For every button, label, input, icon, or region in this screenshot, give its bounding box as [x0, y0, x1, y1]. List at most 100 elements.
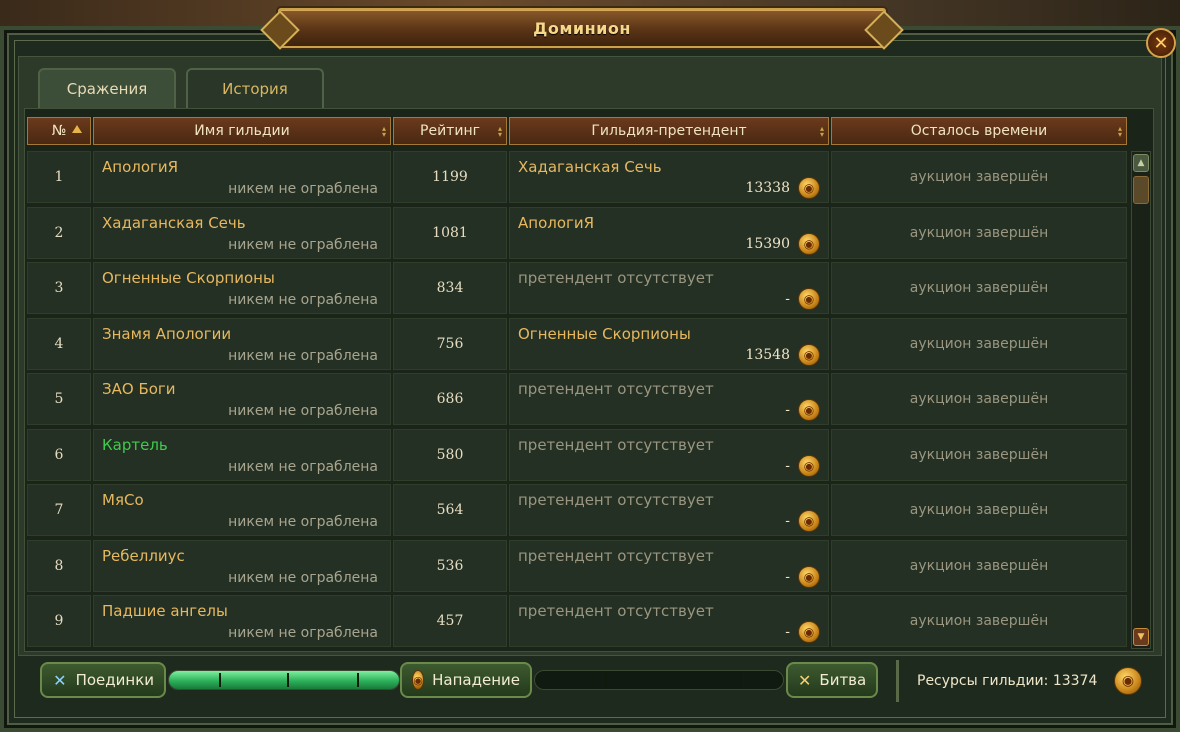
crossed-swords-icon: ✕ [53, 670, 67, 690]
close-icon: ✕ [1153, 32, 1169, 54]
header-guild-name[interactable]: Имя гильдии ▴ ▾ [93, 117, 391, 145]
guild-name-cell: Знамя Апологии никем не ограблена [93, 317, 391, 370]
claimant-name: АпологиЯ [518, 213, 595, 232]
sort-icon: ▴ ▾ [1117, 124, 1122, 139]
guild-name[interactable]: ЗАО Боги [102, 380, 176, 398]
guild-name[interactable]: Знамя Апологии [102, 325, 231, 343]
rating-value: 580 [436, 446, 464, 463]
table-row[interactable]: 4 Знамя Апологии никем не ограблена 756 Огне… [25, 317, 1129, 372]
rank-cell: 3 [27, 262, 91, 314]
chevron-up-icon: ▲ [1137, 158, 1145, 168]
table-row[interactable]: 9 Падшие ангелы никем не ограблена 457 прете… [25, 595, 1129, 649]
gold-coin-icon[interactable]: ◉ [798, 343, 820, 366]
header-num[interactable]: № [27, 117, 91, 145]
sort-icon: ▴ ▾ [381, 124, 386, 139]
time-left-cell: аукцион завершён [831, 206, 1127, 259]
time-left-cell: аукцион завершён [831, 595, 1127, 647]
table-row[interactable]: 2 Хадаганская Сечь никем не ограблена 1081 А… [25, 206, 1129, 261]
time-left-value: аукцион завершён [909, 280, 1049, 296]
claimant-name: Огненные Скорпионы [518, 324, 691, 343]
gold-coin-icon: ◉ [412, 670, 425, 690]
header-guild-name-label: Имя гильдии [194, 123, 290, 139]
bid-value: 13548 [745, 346, 790, 363]
sort-icon: ▴ ▾ [819, 124, 824, 139]
rating-cell: 580 [393, 428, 507, 481]
scroll-down-button[interactable]: ▼ [1133, 628, 1149, 646]
time-left-value: аукцион завершён [909, 613, 1049, 629]
crossed-swords-icon: ✕ [798, 670, 812, 690]
bid-value: - [785, 457, 790, 474]
table-row[interactable]: 7 МяСо никем не ограблена 564 претендент отс… [25, 484, 1129, 538]
rating-value: 1199 [432, 169, 468, 185]
gold-coin-icon[interactable]: ◉ [798, 288, 820, 310]
table-scrollbar[interactable]: ▲ ▼ [1131, 151, 1151, 649]
gold-coin-icon[interactable]: ◉ [798, 454, 820, 477]
guild-name[interactable]: Картель [102, 436, 168, 454]
rank-cell: 2 [27, 206, 91, 259]
tab-battles[interactable]: Сражения [38, 68, 176, 108]
rank-value: 5 [54, 391, 64, 407]
time-left-value: аукцион завершён [909, 391, 1049, 407]
guild-name-cell: ЗАО Боги никем не ограблена [93, 373, 391, 425]
table-row[interactable]: 3 Огненные Скорпионы никем не ограблена 834… [25, 262, 1129, 316]
gold-coin-icon[interactable]: ◉ [798, 399, 820, 421]
tab-history[interactable]: История [186, 68, 324, 108]
scroll-thumb[interactable] [1133, 176, 1149, 204]
rank-value: 9 [54, 613, 64, 629]
rank-value: 4 [54, 335, 64, 352]
rank-value: 6 [54, 446, 64, 463]
battle-button[interactable]: ✕ Битва [786, 662, 878, 698]
rank-value: 7 [54, 502, 64, 518]
table-row[interactable]: 1 АпологиЯ никем не ограблена 1199 Хадаганск… [25, 151, 1129, 205]
close-button[interactable]: ✕ [1146, 28, 1176, 58]
header-rating-label: Рейтинг [420, 123, 480, 139]
gold-coin-icon[interactable]: ◉ [798, 177, 820, 199]
guild-name-cell: Огненные Скорпионы никем не ограблена [93, 262, 391, 314]
guild-name[interactable]: Падшие ангелы [102, 602, 228, 620]
time-left-value: аукцион завершён [909, 224, 1049, 241]
scroll-up-button[interactable]: ▲ [1133, 154, 1149, 172]
bid-value: 13338 [745, 180, 790, 196]
rank-cell: 7 [27, 484, 91, 536]
gold-coin-icon[interactable]: ◉ [798, 510, 820, 532]
guild-name[interactable]: Ребеллиус [102, 547, 185, 565]
gold-coin-icon[interactable]: ◉ [798, 232, 820, 255]
rating-value: 686 [436, 391, 464, 407]
time-left-value: аукцион завершён [909, 446, 1049, 463]
duels-progress-bar [168, 670, 400, 690]
title-plate: Доминион [278, 8, 886, 48]
header-rating[interactable]: Рейтинг ▴ ▾ [393, 117, 507, 145]
gold-coin-icon[interactable]: ◉ [798, 621, 820, 643]
rating-cell: 834 [393, 262, 507, 314]
rating-cell: 686 [393, 373, 507, 425]
claimant-name: претендент отсутствует [518, 491, 714, 509]
claimant-name: претендент отсутствует [518, 602, 714, 620]
guild-name[interactable]: Огненные Скорпионы [102, 269, 275, 287]
time-left-value: аукцион завершён [909, 502, 1049, 518]
rank-value: 2 [54, 224, 64, 241]
sort-asc-icon [72, 125, 82, 133]
guild-name[interactable]: МяСо [102, 491, 144, 509]
table-header: № Имя гильдии ▴ ▾ Рейтинг ▴ ▾ Гильдия-прет… [25, 117, 1129, 145]
guild-raid-status: никем не ограблена [228, 347, 378, 364]
bid-value: - [785, 568, 790, 585]
attack-button[interactable]: ◉ Нападение [400, 662, 532, 698]
gold-coin-icon[interactable]: ◉ [798, 565, 820, 588]
table-row[interactable]: 8 Ребеллиус никем не ограблена 536 претенден… [25, 539, 1129, 594]
rating-cell: 457 [393, 595, 507, 647]
guild-name[interactable]: АпологиЯ [102, 158, 178, 176]
guild-name[interactable]: Хадаганская Сечь [102, 214, 246, 232]
progress-divider [605, 673, 607, 687]
time-left-cell: аукцион завершён [831, 151, 1127, 203]
battle-label: Битва [819, 671, 867, 689]
claimant-cell: претендент отсутствует - ◉ [509, 262, 829, 314]
bid-value: - [785, 402, 790, 418]
guild-name-cell: Ребеллиус никем не ограблена [93, 539, 391, 592]
guild-raid-status: никем не ограблена [228, 181, 378, 197]
header-time-left[interactable]: Осталось времени ▴ ▾ [831, 117, 1127, 145]
header-claimant[interactable]: Гильдия-претендент ▴ ▾ [509, 117, 829, 145]
table-row[interactable]: 5 ЗАО Боги никем не ограблена 686 претендент… [25, 373, 1129, 427]
table-row[interactable]: 6 Картель никем не ограблена 580 претендент … [25, 428, 1129, 483]
duels-button[interactable]: ✕ Поединки [40, 662, 166, 698]
time-left-cell: аукцион завершён [831, 262, 1127, 314]
